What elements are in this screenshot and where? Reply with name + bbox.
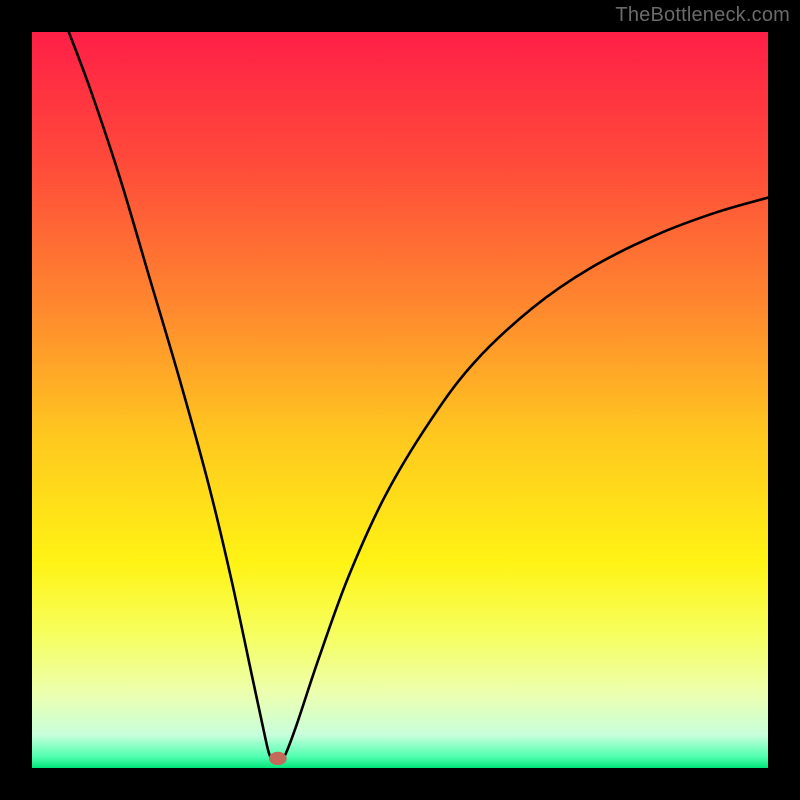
watermark-text: TheBottleneck.com	[615, 4, 790, 27]
minimum-marker	[269, 752, 287, 765]
gradient-background	[32, 32, 768, 768]
bottleneck-chart	[32, 32, 768, 768]
chart-frame: TheBottleneck.com	[0, 0, 800, 800]
plot-area	[32, 32, 768, 768]
